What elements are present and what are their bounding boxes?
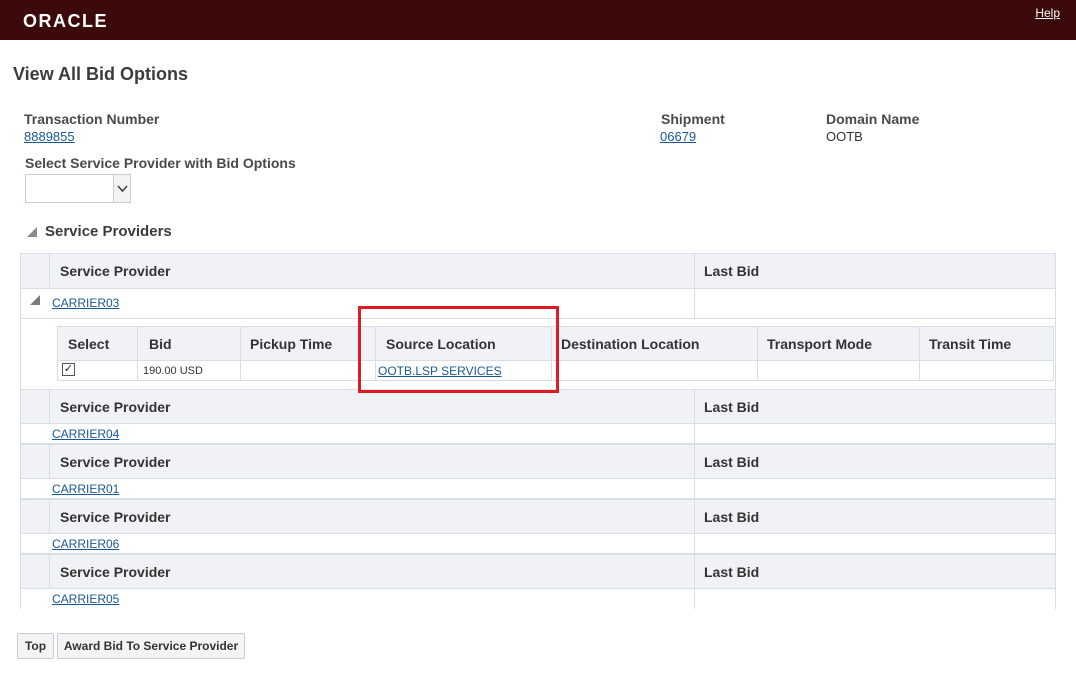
select-checkbox[interactable]: ✓ [62, 363, 75, 376]
provider-link[interactable]: CARRIER03 [52, 296, 119, 310]
shipment-label: Shipment [661, 111, 725, 127]
col-header-last-bid: Last Bid [704, 564, 760, 580]
col-header-service-provider: Service Provider [60, 454, 171, 470]
domain-label: Domain Name [826, 111, 920, 127]
table-header-row: Service Provider Last Bid [21, 444, 1055, 479]
provider-link[interactable]: CARRIER06 [52, 537, 119, 551]
section-title: Service Providers [45, 223, 172, 240]
col-header-select: Select [68, 336, 110, 352]
col-header-service-provider: Service Provider [60, 263, 171, 279]
col-header-pickup-time: Pickup Time [250, 336, 333, 352]
top-button[interactable]: Top [17, 633, 54, 659]
bid-value: 190.00 USD [143, 365, 203, 377]
col-header-last-bid: Last Bid [704, 263, 760, 279]
table-header-row: Service Provider Last Bid [21, 389, 1055, 424]
transaction-number-link[interactable]: 8889855 [24, 129, 75, 144]
help-link[interactable]: Help [1035, 6, 1060, 20]
expand-triangle-icon[interactable] [30, 295, 40, 305]
provider-link[interactable]: CARRIER04 [52, 427, 119, 441]
collapse-triangle-icon[interactable] [27, 226, 37, 237]
provider-link[interactable]: CARRIER01 [52, 482, 119, 496]
provider-select[interactable] [25, 174, 131, 203]
transaction-number-label: Transaction Number [24, 111, 160, 127]
provider-select-label: Select Service Provider with Bid Options [25, 155, 296, 171]
table-header-row: Service Provider Last Bid [21, 254, 1055, 289]
col-header-destination-location: Destination Location [561, 336, 700, 352]
col-header-last-bid: Last Bid [704, 454, 760, 470]
award-bid-button[interactable]: Award Bid To Service Provider [57, 633, 245, 659]
chevron-down-icon[interactable] [113, 175, 130, 202]
page-title: View All Bid Options [13, 64, 189, 84]
table-row: CARRIER05 [21, 589, 1055, 609]
table-header-row: Service Provider Last Bid [21, 499, 1055, 534]
col-header-transit-time: Transit Time [929, 336, 1012, 352]
col-header-transport-mode: Transport Mode [767, 336, 873, 352]
table-row: CARRIER01 [21, 479, 1055, 499]
header-bar: ORACLE Help [0, 0, 1076, 40]
col-header-service-provider: Service Provider [60, 509, 171, 525]
col-header-service-provider: Service Provider [60, 564, 171, 580]
provider-link[interactable]: CARRIER05 [52, 592, 119, 606]
highlight-box [358, 306, 559, 393]
col-header-last-bid: Last Bid [704, 509, 760, 525]
table-row: CARRIER04 [21, 424, 1055, 444]
table-header-row: Service Provider Last Bid [21, 554, 1055, 589]
shipment-link[interactable]: 06679 [660, 129, 696, 144]
service-providers-section-header[interactable]: Service Providers [27, 223, 172, 240]
oracle-logo: ORACLE [23, 11, 108, 31]
col-header-last-bid: Last Bid [704, 399, 760, 415]
col-header-service-provider: Service Provider [60, 399, 171, 415]
domain-value: OOTB [826, 129, 863, 144]
table-row: CARRIER06 [21, 534, 1055, 554]
col-header-bid: Bid [149, 336, 172, 352]
